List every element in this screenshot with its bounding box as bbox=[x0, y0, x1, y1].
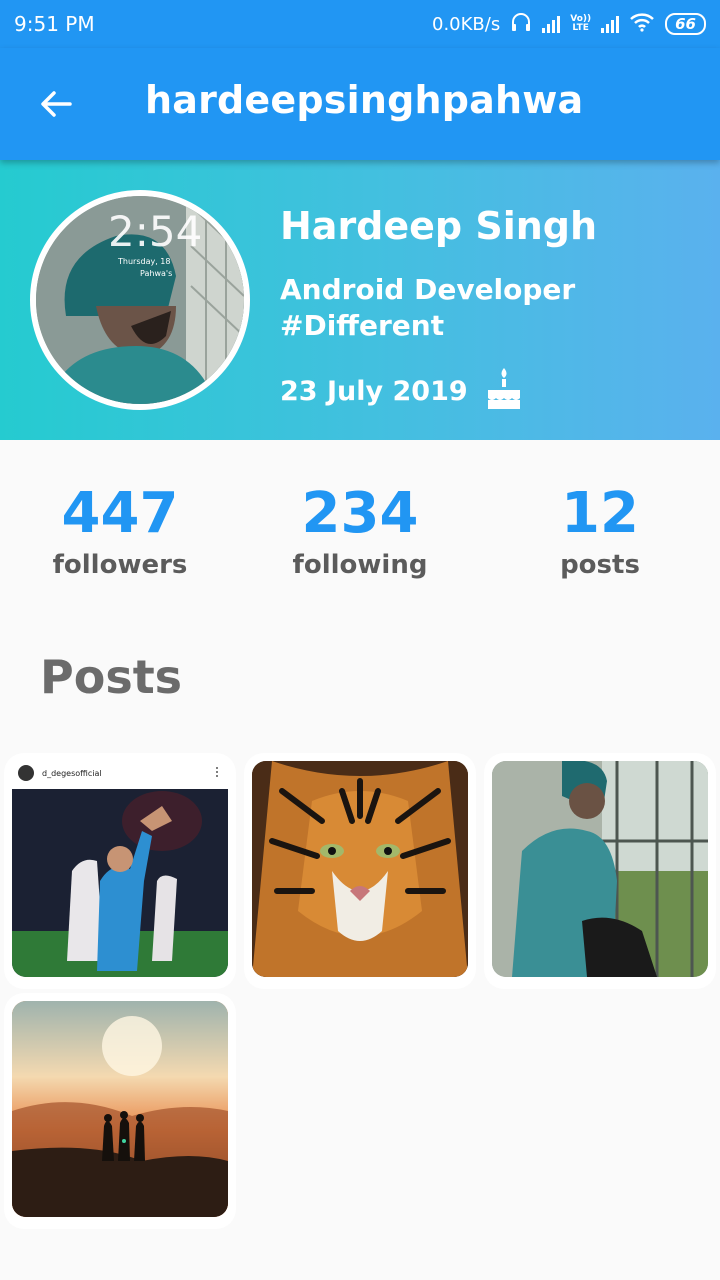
birthday-row: 23 July 2019 bbox=[280, 366, 522, 417]
post-image bbox=[492, 761, 708, 977]
post-tile[interactable]: d_degesofficial bbox=[4, 753, 236, 989]
post-image bbox=[12, 1001, 228, 1217]
wifi-icon bbox=[629, 12, 655, 37]
cake-icon bbox=[486, 366, 522, 417]
birthday-date: 23 July 2019 bbox=[280, 376, 468, 407]
status-bar: 9:51 PM 0.0KB/s Vo)) LTE 66 bbox=[0, 0, 720, 48]
posts-section-title: Posts bbox=[40, 650, 183, 704]
profile-stats: 447 followers 234 following 12 posts bbox=[0, 480, 720, 600]
avatar[interactable]: 2:54 Thursday, 18 Pahwa's bbox=[30, 190, 250, 410]
followers-count: 447 bbox=[61, 481, 179, 546]
post-tile[interactable] bbox=[244, 753, 476, 989]
network-speed: 0.0KB/s bbox=[432, 13, 501, 35]
back-button[interactable] bbox=[36, 84, 76, 124]
posts-count: 12 bbox=[561, 481, 639, 546]
profile-name: Hardeep Singh bbox=[280, 204, 598, 248]
post-tile[interactable] bbox=[4, 993, 236, 1229]
bio-line-2: #Different bbox=[280, 309, 445, 342]
headset-icon bbox=[510, 12, 532, 37]
status-icons: 0.0KB/s Vo)) LTE 66 bbox=[432, 12, 706, 37]
arrow-back-icon bbox=[41, 91, 72, 117]
page-title: hardeepsinghpahwa bbox=[145, 78, 584, 122]
stat-following[interactable]: 234 following bbox=[240, 480, 480, 582]
status-time: 9:51 PM bbox=[14, 12, 95, 36]
following-label: following bbox=[292, 550, 428, 580]
signal-icon bbox=[542, 15, 561, 33]
battery-icon: 66 bbox=[665, 13, 706, 35]
bio-line-1: Android Developer bbox=[280, 273, 576, 306]
signal-icon bbox=[601, 15, 620, 33]
app-bar: hardeepsinghpahwa bbox=[0, 48, 720, 160]
profile-bio: Android Developer #Different bbox=[280, 272, 575, 344]
post-tile[interactable] bbox=[484, 753, 716, 989]
following-count: 234 bbox=[301, 481, 419, 546]
avatar-overlay-time: 2:54 bbox=[108, 207, 202, 256]
avatar-overlay-name: Pahwa's bbox=[140, 269, 172, 278]
posts-label: posts bbox=[560, 550, 640, 580]
post-image bbox=[252, 761, 468, 977]
stat-posts[interactable]: 12 posts bbox=[480, 480, 720, 582]
stat-followers[interactable]: 447 followers bbox=[0, 480, 240, 582]
followers-label: followers bbox=[52, 550, 188, 580]
avatar-overlay-date: Thursday, 18 bbox=[117, 257, 170, 266]
post-username: d_degesofficial bbox=[42, 769, 102, 778]
volte-icon: Vo)) LTE bbox=[570, 14, 592, 33]
post-image: d_degesofficial bbox=[12, 761, 228, 977]
profile-header: 2:54 Thursday, 18 Pahwa's Hardeep Singh … bbox=[0, 160, 720, 440]
